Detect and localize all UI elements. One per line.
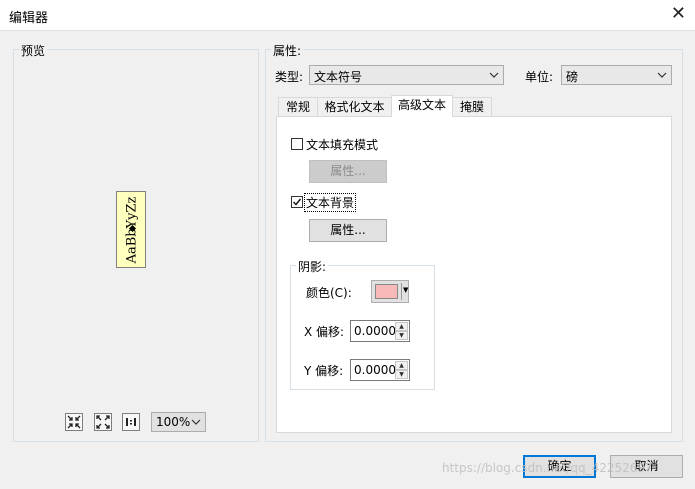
spin-down-icon[interactable]: ▼ xyxy=(395,370,408,379)
chevron-down-icon xyxy=(191,419,201,425)
shadow-y-value: 0.0000 xyxy=(354,363,396,377)
fit-extent-icon[interactable] xyxy=(65,413,83,431)
preview-symbol: AaBbYyZz xyxy=(116,191,146,268)
caret-down-icon: ▼ xyxy=(403,286,409,294)
fill-pattern-label: 文本填充模式 xyxy=(306,138,379,152)
text-background-checkbox[interactable] xyxy=(291,196,303,208)
fill-pattern-checkbox[interactable] xyxy=(291,138,303,150)
shadow-x-label: X 偏移: xyxy=(304,325,345,339)
type-label: 类型: xyxy=(275,70,304,84)
watermark: https://blog.csdn.net/qq_42252697 xyxy=(442,461,653,475)
text-background-properties-button[interactable]: 属性... xyxy=(309,219,387,242)
unit-select[interactable]: 磅 xyxy=(561,65,672,85)
actual-size-icon[interactable] xyxy=(122,413,140,431)
unit-value: 磅 xyxy=(566,70,579,84)
shadow-x-offset-input[interactable]: 0.0000 ▲ ▼ xyxy=(350,320,410,342)
text-background-label: 文本背景 xyxy=(303,193,357,212)
close-icon[interactable]: ✕ xyxy=(671,4,686,24)
shadow-color-swatch xyxy=(375,284,398,299)
zoom-select[interactable]: 100% xyxy=(151,412,206,432)
spin-up-icon[interactable]: ▲ xyxy=(395,361,408,370)
shadow-y-offset-input[interactable]: 0.0000 ▲ ▼ xyxy=(350,359,410,381)
spin-up-icon[interactable]: ▲ xyxy=(395,322,408,331)
shadow-color-label: 颜色(C): xyxy=(306,286,352,300)
full-extent-icon[interactable] xyxy=(94,413,112,431)
fill-pattern-properties-button[interactable]: 属性... xyxy=(309,160,387,183)
shadow-y-label: Y 偏移: xyxy=(304,364,344,378)
checkmark-icon xyxy=(293,198,302,206)
properties-label: 属性: xyxy=(271,42,304,59)
zoom-value: 100% xyxy=(156,415,191,429)
unit-label: 单位: xyxy=(525,70,554,84)
spin-down-icon[interactable]: ▼ xyxy=(395,331,408,340)
type-select[interactable]: 文本符号 xyxy=(309,65,504,85)
tab-general[interactable]: 常规 xyxy=(278,97,318,117)
shadow-label: 阴影: xyxy=(296,258,329,275)
tab-formatted-text[interactable]: 格式化文本 xyxy=(317,97,392,117)
tab-mask[interactable]: 掩膜 xyxy=(452,97,492,117)
shadow-x-value: 0.0000 xyxy=(354,324,396,338)
preview-label: 预览 xyxy=(19,42,48,59)
type-value: 文本符号 xyxy=(314,70,363,84)
chevron-down-icon xyxy=(489,72,499,78)
shadow-color-picker[interactable]: ▼ xyxy=(371,280,409,303)
chevron-down-icon xyxy=(657,72,667,78)
title-bar: 编辑器 ✕ xyxy=(0,0,695,31)
tab-advanced-text[interactable]: 高级文本 xyxy=(391,95,453,117)
window-title: 编辑器 xyxy=(9,11,49,26)
